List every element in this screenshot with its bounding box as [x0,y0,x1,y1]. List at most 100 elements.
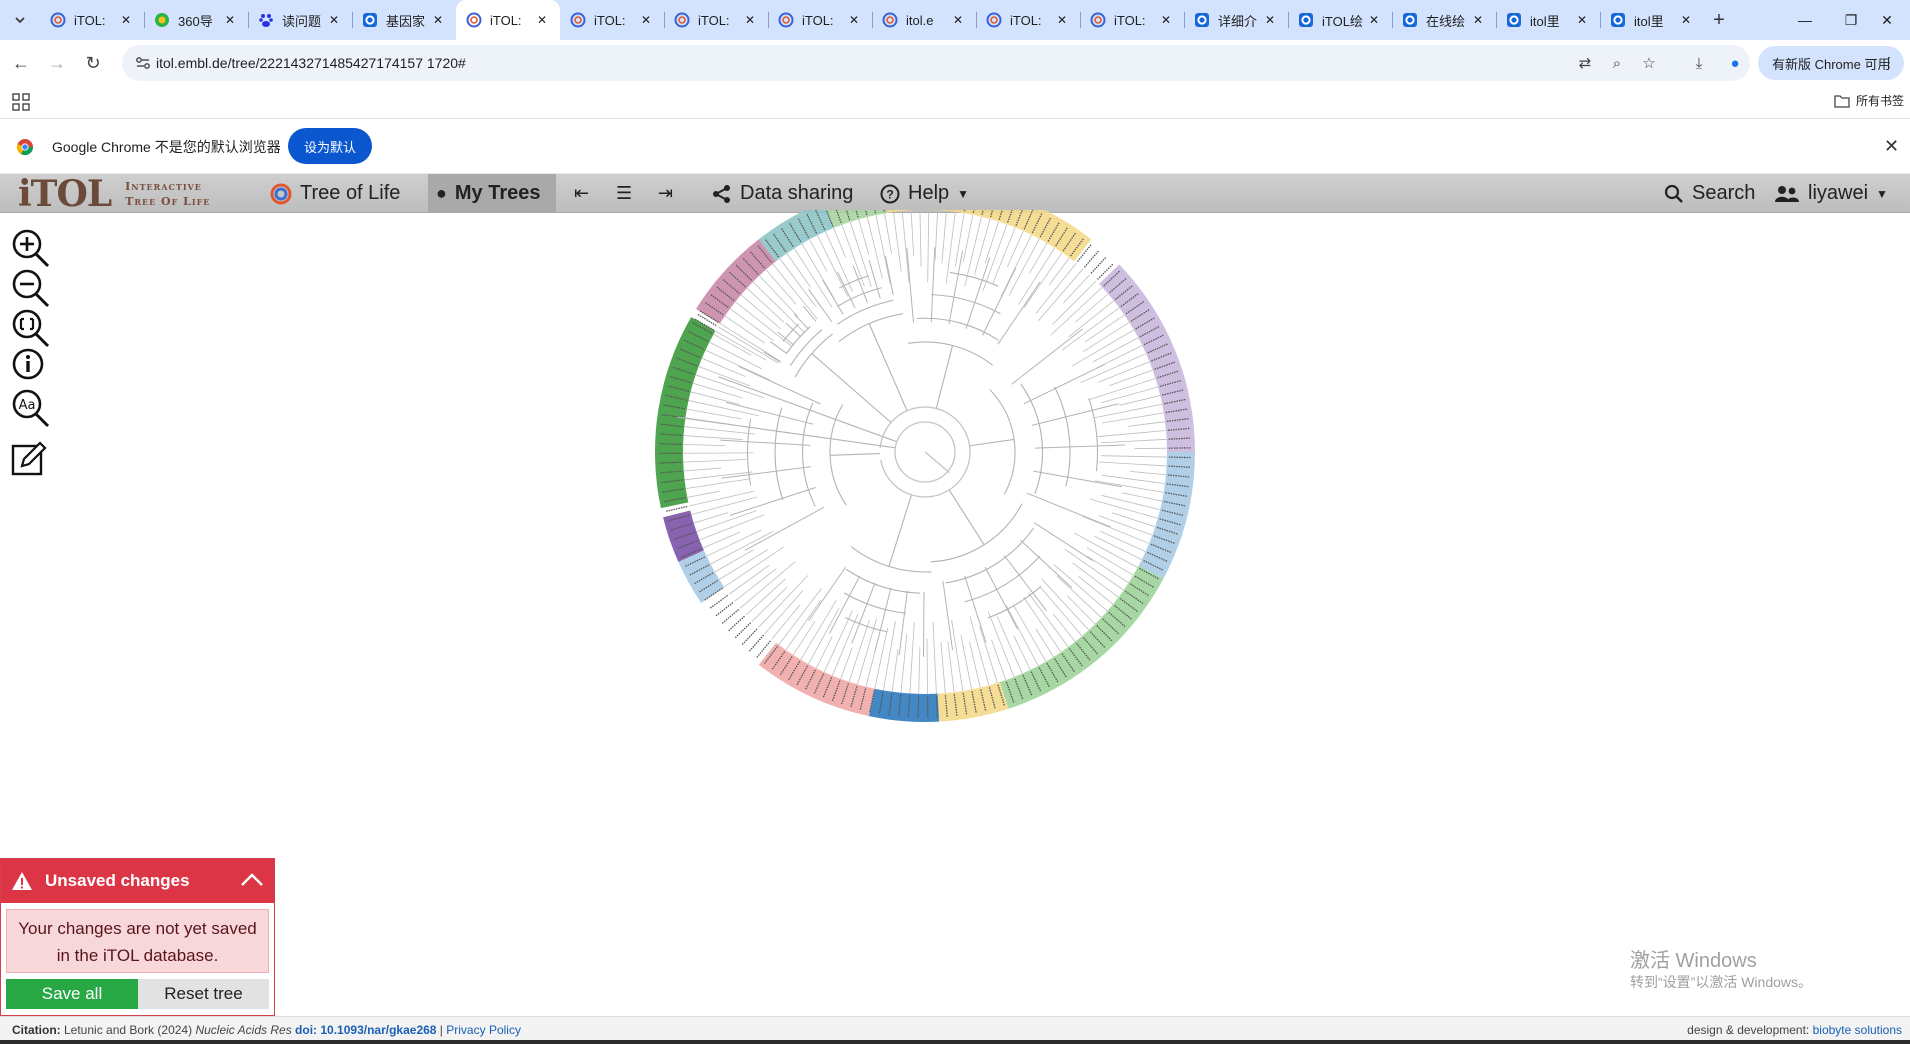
citation-label: Citation: [12,1023,61,1037]
browser-tab[interactable]: iTOL绘 ✕ [1288,0,1392,40]
tab-title: 在线绘 [1426,13,1466,29]
browser-tab[interactable]: itol里 ✕ [1600,0,1704,40]
tab-close-icon[interactable]: ✕ [222,12,238,28]
info-icon[interactable] [10,348,52,388]
browser-tab[interactable]: 读问题 ✕ [248,0,352,40]
nav-collapse-right[interactable]: ⇥ [650,174,681,213]
browser-tab[interactable]: 在线绘 ✕ [1392,0,1496,40]
tab-close-icon[interactable]: ✕ [534,12,550,28]
browser-tab[interactable]: iTOL: ✕ [768,0,872,40]
leaf-branch [1071,329,1135,367]
forward-button[interactable]: → [44,50,70,76]
nav-my-trees[interactable]: ● My Trees [428,174,556,213]
chrome-update-button[interactable]: 有新版 Chrome 可用 ⋮ [1758,46,1904,80]
tab-close-icon[interactable]: ✕ [1470,12,1486,28]
leaf-label [659,442,682,445]
zoom-fit-icon[interactable] [10,308,52,348]
leaf-branch [684,426,756,435]
browser-tab[interactable]: itol里 ✕ [1496,0,1600,40]
tab-search-button[interactable] [8,8,32,32]
browser-tab[interactable]: 详细介 ✕ [1184,0,1288,40]
browser-tab[interactable]: iTOL: ✕ [976,0,1080,40]
nav-help[interactable]: ? Help ▼ [872,174,977,213]
leaf-branch [779,258,816,307]
browser-tab[interactable]: iTOL: ✕ [456,0,560,40]
edit-icon[interactable] [10,440,52,480]
leaf-branch [918,646,921,694]
download-icon[interactable]: ⤓ [1688,52,1710,74]
leaf-branch [1052,280,1097,325]
apps-grid-icon[interactable] [12,93,30,111]
all-bookmarks-button[interactable]: 所有书签 [1834,92,1904,109]
minimize-button[interactable]: — [1782,0,1828,40]
browser-tab[interactable]: iTOL: ✕ [40,0,144,40]
profile-icon[interactable]: ● [1724,52,1746,74]
menu-dots-icon[interactable]: ⋮ [1882,54,1896,71]
tab-close-icon[interactable]: ✕ [950,12,966,28]
leaf-branch [934,210,939,261]
new-tab-button[interactable]: + [1704,0,1734,40]
radial-branch [729,487,816,516]
tab-close-icon[interactable]: ✕ [1054,12,1070,28]
tab-close-icon[interactable]: ✕ [638,12,654,28]
itol-logo[interactable]: iTOL Interactive Tree Of Life [18,173,210,215]
browser-tab[interactable]: iTOL: ✕ [664,0,768,40]
leaf-branch [687,490,720,498]
tab-close-icon[interactable]: ✕ [118,12,134,28]
tab-close-icon[interactable]: ✕ [1574,12,1590,28]
leaf-branch [1067,300,1115,338]
browser-tab[interactable]: itol.e ✕ [872,0,976,40]
url-text[interactable]: itol.embl.de/tree/222143271485427174157 … [156,52,466,74]
radial-branch [868,323,908,411]
tab-close-icon[interactable]: ✕ [1366,12,1382,28]
nav-list[interactable]: ☰ [608,174,640,213]
caret-down-icon: ▼ [1876,186,1888,201]
radial-branch [770,341,787,354]
bookmark-star-icon[interactable]: ☆ [1638,52,1660,74]
clade-color-band [886,210,1092,262]
nav-user-menu[interactable]: liyawei ▼ [1766,174,1896,213]
o-icon [1610,12,1626,28]
nav-data-sharing[interactable]: Data sharing [704,174,861,213]
site-info-icon[interactable] [134,54,152,72]
nav-search[interactable]: Search [1656,174,1763,213]
close-window-button[interactable]: ✕ [1864,0,1910,40]
save-all-button[interactable]: Save all [6,979,138,1009]
credit-link[interactable]: biobyte solutions [1813,1023,1902,1037]
radial-branch [830,453,881,456]
zoom-in-icon[interactable] [10,228,52,268]
browser-tab[interactable]: 360导 ✕ [144,0,248,40]
circular-tree[interactable] [560,210,1260,900]
browser-tab[interactable]: 基因家 ✕ [352,0,456,40]
set-default-button[interactable]: 设为默认 [288,128,372,164]
tab-close-icon[interactable]: ✕ [742,12,758,28]
nav-tree-of-life[interactable]: Tree of Life [262,174,408,213]
leaf-branch [1112,512,1156,528]
reset-tree-button[interactable]: Reset tree [138,979,269,1009]
reload-button[interactable]: ↻ [80,50,106,76]
privacy-link[interactable]: Privacy Policy [446,1023,521,1037]
tab-close-icon[interactable]: ✕ [1678,12,1694,28]
radial-branch [898,590,908,656]
browser-tab[interactable]: iTOL: ✕ [560,0,664,40]
font-size-icon[interactable]: Aa [10,388,52,428]
tab-close-icon[interactable]: ✕ [430,12,446,28]
leaf-branch [729,308,774,342]
tab-title: itol里 [1634,13,1664,29]
zoom-icon[interactable]: ⌕ [1606,52,1628,74]
browser-tab[interactable]: iTOL: ✕ [1080,0,1184,40]
zoom-out-icon[interactable] [10,268,52,308]
tab-close-icon[interactable]: ✕ [326,12,342,28]
tab-close-icon[interactable]: ✕ [846,12,862,28]
tab-close-icon[interactable]: ✕ [1158,12,1174,28]
nav-collapse-left[interactable]: ⇤ [566,174,597,213]
doi-link[interactable]: doi: 10.1093/nar/gkae268 [295,1023,436,1037]
translate-icon[interactable]: ⇄ [1574,52,1596,74]
tab-close-icon[interactable]: ✕ [1262,12,1278,28]
radial-branch [763,351,781,363]
tab-title: iTOL: [1010,12,1042,28]
infobar-close-icon[interactable]: ✕ [1884,136,1899,157]
unsaved-header[interactable]: Unsaved changes [1,859,274,903]
back-button[interactable]: ← [8,50,34,76]
chevron-up-icon[interactable] [240,870,264,890]
